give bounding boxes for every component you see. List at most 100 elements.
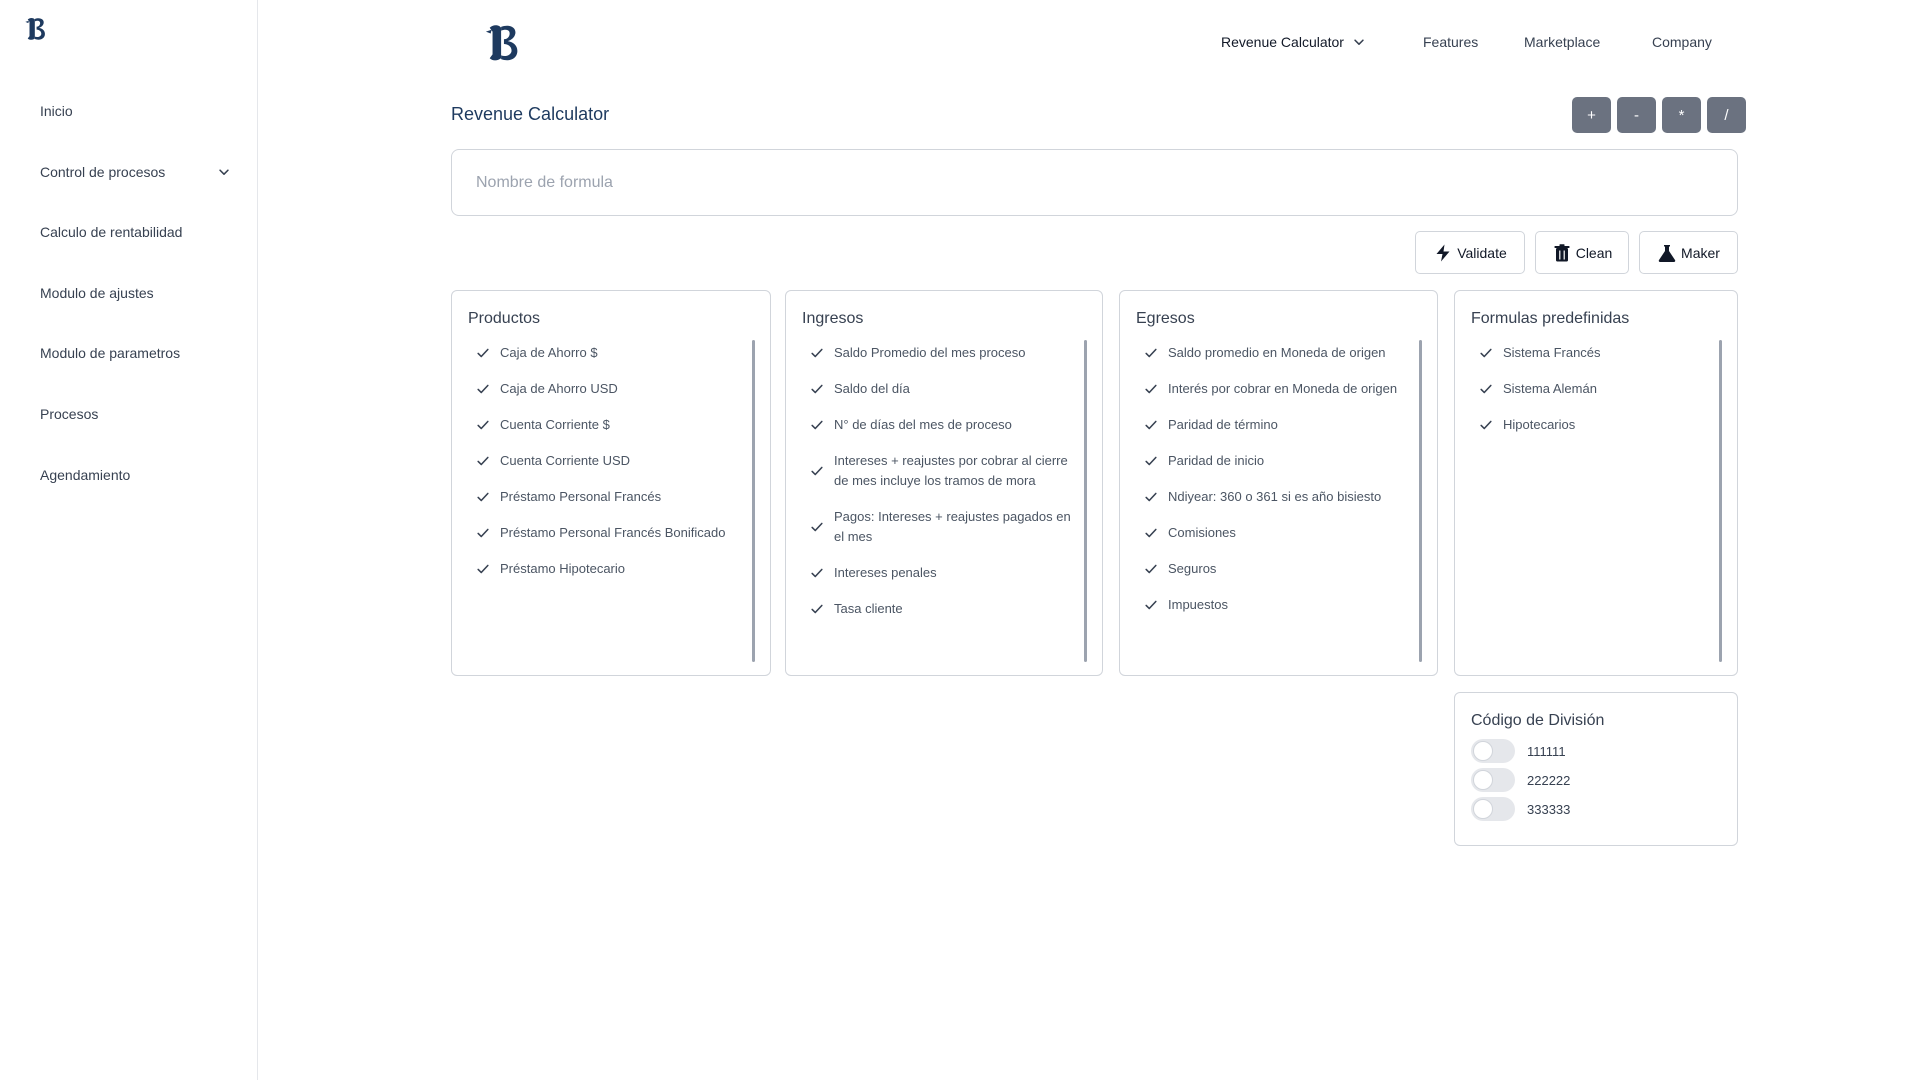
scrollbar[interactable]	[752, 340, 755, 662]
list-item-label: Préstamo Hipotecario	[500, 561, 625, 576]
egresos-panel: Egresos Saldo promedio en Moneda de orig…	[1119, 290, 1438, 676]
list-item[interactable]: Sistema Francés	[1479, 343, 1711, 363]
check-icon	[1144, 382, 1158, 396]
check-icon	[1144, 562, 1158, 576]
sidebar-item-modulo-de-ajustes[interactable]: Modulo de ajustes	[40, 275, 237, 311]
division-toggle[interactable]	[1471, 739, 1515, 763]
list-item[interactable]: Pagos: Intereses + reajustes pagados en …	[810, 507, 1076, 547]
maker-button[interactable]: Maker	[1639, 231, 1738, 274]
list-item[interactable]: Comisiones	[1144, 523, 1411, 543]
ingresos-list: Saldo Promedio del mes proceso Saldo del…	[810, 343, 1076, 635]
page-title: Revenue Calculator	[451, 104, 610, 124]
sidebar-item-label: Procesos	[40, 406, 99, 422]
list-item-label: Caja de Ahorro $	[500, 345, 598, 360]
check-icon	[1479, 382, 1493, 396]
sidebar-item-label: Modulo de parametros	[40, 345, 181, 361]
egresos-list: Saldo promedio en Moneda de origen Inter…	[1144, 343, 1411, 631]
scrollbar[interactable]	[1419, 340, 1422, 662]
list-item[interactable]: Hipotecarios	[1479, 415, 1711, 435]
check-icon	[476, 562, 490, 576]
list-item[interactable]: N° de días del mes de proceso	[810, 415, 1076, 435]
list-item[interactable]: Intereses + reajustes por cobrar al cier…	[810, 451, 1076, 491]
list-item[interactable]: Caja de Ahorro $	[476, 343, 744, 363]
logo-icon[interactable]	[24, 16, 48, 42]
scrollbar[interactable]	[1084, 340, 1087, 662]
nav-marketplace[interactable]: Marketplace	[1524, 34, 1600, 50]
nav-label: Marketplace	[1524, 34, 1601, 50]
division-code-row: 111111	[1471, 739, 1566, 763]
minus-operator-button[interactable]: -	[1617, 97, 1656, 133]
list-item[interactable]: Cuenta Corriente $	[476, 415, 744, 435]
check-icon	[810, 382, 824, 396]
panel-title: Ingresos	[802, 310, 864, 327]
codigo-division-panel: Código de División 111111 222222 333333	[1454, 692, 1738, 846]
check-icon	[1144, 526, 1158, 540]
list-item[interactable]: Tasa cliente	[810, 599, 1076, 619]
clean-label: Clean	[1575, 244, 1613, 261]
check-icon	[1479, 346, 1493, 360]
list-item-label: Cuenta Corriente USD	[500, 453, 631, 468]
nav-company[interactable]: Company	[1652, 34, 1712, 50]
sidebar-item-calculo-de-rentabilidad[interactable]: Calculo de rentabilidad	[40, 214, 237, 250]
list-item[interactable]: Préstamo Personal Francés Bonificado	[476, 523, 744, 543]
list-item[interactable]: Caja de Ahorro USD	[476, 379, 744, 399]
panel-title: Formulas predefinidas	[1471, 310, 1630, 327]
division-toggle[interactable]	[1471, 768, 1515, 792]
list-item[interactable]: Impuestos	[1144, 595, 1411, 615]
clean-button[interactable]: Clean	[1535, 231, 1629, 274]
divide-operator-button[interactable]: /	[1707, 97, 1746, 133]
list-item-label: Saldo promedio en Moneda de origen	[1168, 345, 1386, 360]
chevron-down-icon[interactable]	[217, 165, 231, 179]
list-item-label: Tasa cliente	[834, 601, 903, 616]
list-item-label: Ndiyear: 360 o 361 si es año bisiesto	[1168, 489, 1382, 504]
sidebar-item-inicio[interactable]: Inicio	[40, 93, 237, 129]
sidebar-item-modulo-de-parametros[interactable]: Modulo de parametros	[40, 335, 237, 371]
nav-label: Features	[1423, 34, 1479, 50]
list-item-label: Sistema Alemán	[1503, 381, 1597, 396]
sidebar-item-control-de-procesos[interactable]: Control de procesos	[40, 154, 237, 190]
check-icon	[810, 602, 824, 616]
list-item[interactable]: Sistema Alemán	[1479, 379, 1711, 399]
validate-button[interactable]: Validate	[1415, 231, 1525, 274]
list-item[interactable]: Interés por cobrar en Moneda de origen	[1144, 379, 1411, 399]
formula-name-input[interactable]	[451, 149, 1738, 216]
flask-icon	[1658, 244, 1676, 262]
check-icon	[810, 464, 824, 478]
list-item[interactable]: Saldo promedio en Moneda de origen	[1144, 343, 1411, 363]
list-item-label: Impuestos	[1168, 597, 1228, 612]
nav-label: Company	[1652, 34, 1712, 50]
plus-operator-button[interactable]: +	[1572, 97, 1611, 133]
sidebar-item-procesos[interactable]: Procesos	[40, 396, 237, 432]
sidebar-item-label: Calculo de rentabilidad	[40, 224, 183, 240]
list-item-label: Hipotecarios	[1503, 417, 1576, 432]
check-icon	[476, 382, 490, 396]
list-item[interactable]: Intereses penales	[810, 563, 1076, 583]
sidebar-item-label: Agendamiento	[40, 467, 131, 483]
list-item[interactable]: Ndiyear: 360 o 361 si es año bisiesto	[1144, 487, 1411, 507]
list-item[interactable]: Saldo del día	[810, 379, 1076, 399]
list-item[interactable]: Préstamo Personal Francés	[476, 487, 744, 507]
list-item[interactable]: Saldo Promedio del mes proceso	[810, 343, 1076, 363]
list-item-label: Saldo Promedio del mes proceso	[834, 345, 1026, 360]
list-item-label: Préstamo Personal Francés	[500, 489, 662, 504]
logo-icon[interactable]	[484, 22, 522, 64]
check-icon	[476, 418, 490, 432]
scrollbar[interactable]	[1719, 340, 1722, 662]
nav-revenue-calculator[interactable]: Revenue Calculator	[1221, 34, 1366, 50]
sidebar-item-label: Modulo de ajustes	[40, 285, 154, 301]
division-toggle[interactable]	[1471, 797, 1515, 821]
list-item[interactable]: Cuenta Corriente USD	[476, 451, 744, 471]
list-item-label: Caja de Ahorro USD	[500, 381, 618, 396]
list-item[interactable]: Paridad de término	[1144, 415, 1411, 435]
nav-features[interactable]: Features	[1423, 34, 1478, 50]
sidebar: Inicio Control de procesos Calculo de re…	[0, 0, 258, 1080]
sidebar-item-agendamiento[interactable]: Agendamiento	[40, 457, 237, 493]
list-item[interactable]: Préstamo Hipotecario	[476, 559, 744, 579]
list-item[interactable]: Seguros	[1144, 559, 1411, 579]
list-item[interactable]: Paridad de inicio	[1144, 451, 1411, 471]
panel-title: Egresos	[1136, 310, 1195, 327]
check-icon	[1144, 418, 1158, 432]
formulas-predefinidas-panel: Formulas predefinidas Sistema Francés Si…	[1454, 290, 1738, 676]
multiply-operator-button[interactable]: *	[1662, 97, 1701, 133]
list-item-label: Sistema Francés	[1503, 345, 1601, 360]
